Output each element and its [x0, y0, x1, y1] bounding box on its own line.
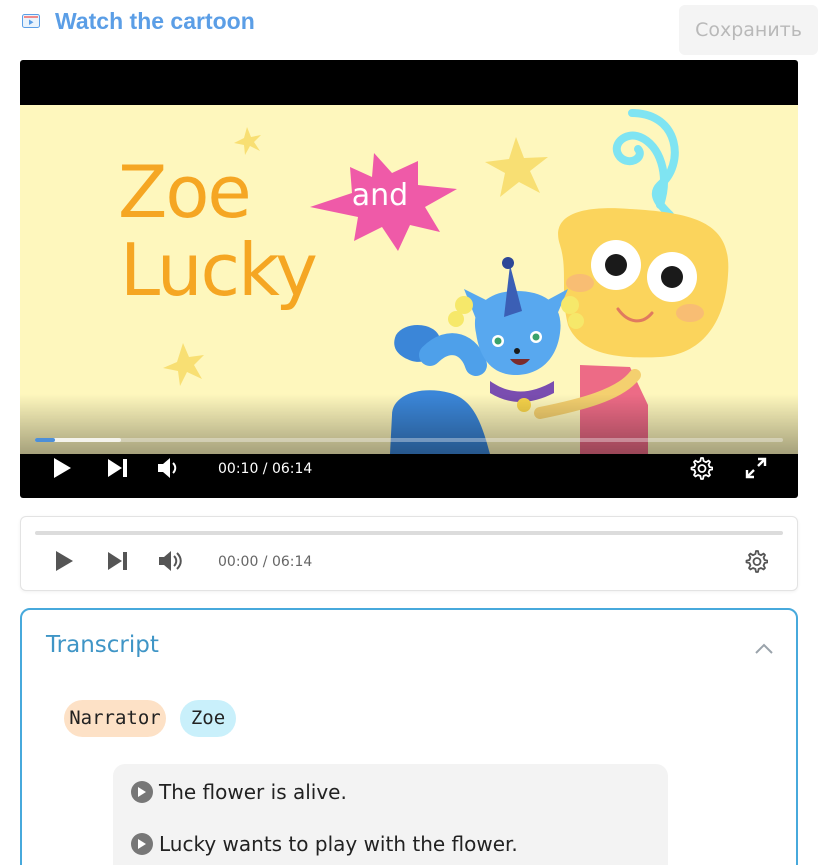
audio-volume-button[interactable] [157, 549, 187, 577]
play-line-icon[interactable] [131, 781, 153, 803]
save-button[interactable]: Сохранить [679, 5, 818, 55]
transcript-line-text: Lucky wants to play with the flower. [159, 832, 518, 856]
play-icon [52, 457, 72, 484]
audio-next-button[interactable] [106, 549, 130, 577]
video-frame[interactable]: Zoe Lucky and [20, 105, 798, 454]
video-progress-fill [35, 438, 56, 442]
video-controls-shade [20, 394, 798, 454]
transcript-lines: The flower is alive. Lucky wants to play… [113, 764, 668, 865]
page-title: Watch the cartoon [55, 8, 255, 34]
audio-progress-bar[interactable] [35, 531, 783, 535]
video-play-button[interactable] [50, 455, 74, 485]
video-volume-button[interactable] [157, 455, 183, 485]
volume-icon [157, 457, 183, 484]
video-progress-bar[interactable] [35, 438, 783, 442]
video-player[interactable]: Zoe Lucky and 00:10 / 06:14 [20, 60, 798, 498]
volume-icon [158, 550, 186, 577]
transcript-line[interactable]: The flower is alive. [131, 780, 347, 804]
speaker-tag-narrator[interactable]: Narrator [64, 700, 166, 737]
page-header: Watch the cartoon Сохранить [0, 0, 818, 56]
speaker-tag-zoe[interactable]: Zoe [180, 700, 236, 737]
logo-lucky: Lucky [120, 228, 316, 312]
video-next-button[interactable] [106, 455, 130, 485]
transcript-line-text: The flower is alive. [159, 780, 347, 804]
skip-next-icon [107, 458, 129, 483]
collapse-transcript-button[interactable] [753, 638, 775, 660]
video-fullscreen-button[interactable] [743, 455, 769, 485]
logo-zoe: Zoe [118, 150, 250, 234]
settings-icon [744, 549, 769, 578]
audio-play-button[interactable] [52, 549, 76, 577]
skip-next-icon [107, 551, 129, 576]
transcript-line[interactable]: Lucky wants to play with the flower. [131, 832, 518, 856]
transcript-panel: Transcript Narrator Zoe The flower is al… [20, 608, 798, 865]
settings-icon [689, 456, 714, 485]
audio-settings-button[interactable] [743, 549, 769, 577]
chevron-up-icon [753, 643, 775, 664]
video-time: 00:10 / 06:14 [218, 461, 313, 477]
audio-player[interactable]: 00:00 / 06:14 [20, 516, 798, 591]
video-lesson-icon [22, 14, 40, 28]
play-line-icon[interactable] [131, 833, 153, 855]
fullscreen-icon [744, 456, 768, 485]
logo-and: and [352, 178, 408, 213]
transcript-title: Transcript [46, 632, 159, 658]
video-settings-button[interactable] [688, 455, 714, 485]
play-icon [54, 550, 74, 577]
audio-time: 00:00 / 06:14 [218, 554, 313, 570]
